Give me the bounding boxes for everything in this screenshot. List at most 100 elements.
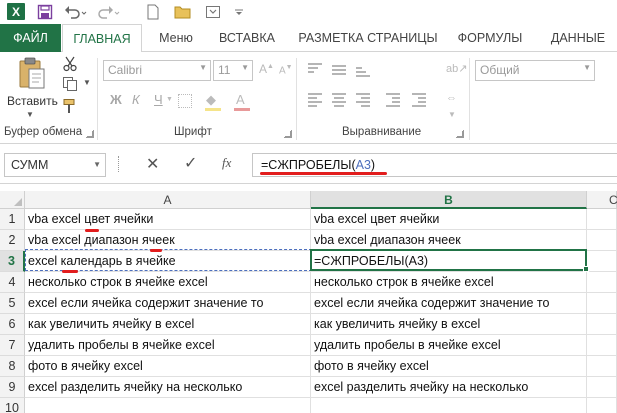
excel-app-icon[interactable]: X: [7, 3, 25, 20]
cell-c3[interactable]: [587, 251, 617, 272]
copy-dropdown-icon[interactable]: ▼: [83, 78, 91, 87]
row-header-7[interactable]: 7: [0, 335, 25, 356]
align-right-icon[interactable]: [354, 92, 372, 107]
enter-check-icon[interactable]: ✓: [184, 153, 197, 173]
row-header-5[interactable]: 5: [0, 293, 25, 314]
column-header-c[interactable]: C: [587, 191, 617, 209]
cell-b7[interactable]: удалить пробелы в ячейке excel: [311, 335, 587, 356]
undo-icon[interactable]: [64, 3, 88, 21]
active-cell-b3[interactable]: [310, 249, 587, 271]
cell-b9[interactable]: excel разделить ячейку на несколько: [311, 377, 587, 398]
cell-c2[interactable]: [587, 230, 617, 251]
align-bottom-icon[interactable]: [354, 62, 372, 77]
row-header-6[interactable]: 6: [0, 314, 25, 335]
save-icon[interactable]: [36, 3, 54, 21]
align-top-icon[interactable]: [306, 62, 324, 76]
format-painter-icon[interactable]: [62, 98, 78, 114]
name-box[interactable]: СУММ ▼: [4, 153, 106, 177]
formula-bar-grip[interactable]: [118, 156, 121, 172]
cell-c1[interactable]: [587, 209, 617, 230]
touch-mode-icon[interactable]: [204, 3, 222, 21]
cut-icon[interactable]: [62, 56, 78, 72]
cell-b8[interactable]: фото в ячейку excel: [311, 356, 587, 377]
row-header-3[interactable]: 3: [0, 251, 25, 272]
cell-c5[interactable]: [587, 293, 617, 314]
borders-icon[interactable]: [178, 94, 192, 108]
tab-insert[interactable]: ВСТАВКА: [214, 24, 280, 52]
select-all-corner[interactable]: [0, 191, 25, 209]
cell-a6[interactable]: как увеличить ячейку в excel: [25, 314, 311, 335]
increase-indent-icon[interactable]: [410, 92, 428, 107]
redo-icon[interactable]: [96, 3, 120, 21]
chevron-down-icon[interactable]: ▼: [583, 63, 591, 72]
cell-a8[interactable]: фото в ячейку excel: [25, 356, 311, 377]
tab-formulas[interactable]: ФОРМУЛЫ: [452, 24, 528, 52]
cell-a1[interactable]: vba excel цвет ячейки: [25, 209, 311, 230]
underline-button[interactable]: Ч: [154, 92, 163, 107]
cell-b10[interactable]: [311, 398, 587, 413]
font-name-combobox[interactable]: Calibri ▼: [103, 60, 211, 81]
clipboard-dialog-launcher-icon[interactable]: [86, 130, 94, 138]
open-folder-icon[interactable]: [174, 3, 192, 21]
decrease-font-icon[interactable]: A▼: [279, 64, 293, 76]
column-header-a[interactable]: A: [25, 191, 311, 209]
cell-a4[interactable]: несколько строк в ячейке excel: [25, 272, 311, 293]
merge-dropdown-icon[interactable]: ▼: [448, 110, 456, 119]
row-header-10[interactable]: 10: [0, 398, 25, 413]
merge-center-icon[interactable]: ⇔: [446, 92, 457, 104]
chevron-down-icon[interactable]: ▼: [199, 63, 207, 72]
paste-icon[interactable]: [18, 56, 46, 90]
row-header-1[interactable]: 1: [0, 209, 25, 230]
fill-color-icon[interactable]: ◆: [206, 92, 216, 108]
cell-c7[interactable]: [587, 335, 617, 356]
number-format-combobox[interactable]: Общий ▼: [475, 60, 595, 81]
row-header-9[interactable]: 9: [0, 377, 25, 398]
copy-icon[interactable]: [62, 76, 78, 92]
tab-file[interactable]: ФАЙЛ: [0, 24, 61, 52]
decrease-indent-icon[interactable]: [384, 92, 402, 107]
cell-a2[interactable]: vba excel диапазон ячеек: [25, 230, 311, 251]
align-left-icon[interactable]: [306, 92, 324, 107]
cell-c10[interactable]: [587, 398, 617, 413]
paste-button-label[interactable]: Вставить: [7, 94, 58, 108]
row-header-2[interactable]: 2: [0, 230, 25, 251]
new-document-icon[interactable]: [146, 3, 160, 21]
alignment-dialog-launcher-icon[interactable]: [456, 130, 464, 138]
column-header-b[interactable]: B: [311, 191, 587, 209]
underline-dropdown-icon[interactable]: ▼: [166, 96, 173, 103]
font-color-icon[interactable]: A: [236, 92, 245, 107]
cell-b2[interactable]: vba excel диапазон ячеек: [311, 230, 587, 251]
fill-handle[interactable]: [583, 266, 589, 272]
cell-a7[interactable]: удалить пробелы в ячейке excel: [25, 335, 311, 356]
tab-menu[interactable]: Меню: [148, 24, 204, 52]
cell-b1[interactable]: vba excel цвет ячейки: [311, 209, 587, 230]
cell-c8[interactable]: [587, 356, 617, 377]
bold-button[interactable]: Ж: [110, 92, 122, 107]
chevron-down-icon[interactable]: ▼: [241, 63, 249, 72]
italic-button[interactable]: К: [132, 92, 140, 107]
paste-dropdown-icon[interactable]: ▼: [26, 110, 34, 119]
cell-a10[interactable]: [25, 398, 311, 413]
align-center-icon[interactable]: [330, 92, 348, 107]
row-header-8[interactable]: 8: [0, 356, 25, 377]
font-dialog-launcher-icon[interactable]: [284, 130, 292, 138]
cell-a5[interactable]: excel если ячейка содержит значение то: [25, 293, 311, 314]
cell-b5[interactable]: excel если ячейка содержит значение то: [311, 293, 587, 314]
tab-data[interactable]: ДАННЫЕ: [540, 24, 616, 52]
insert-function-icon[interactable]: fx: [222, 155, 231, 171]
font-size-combobox[interactable]: 11 ▼: [213, 60, 253, 81]
tab-home[interactable]: ГЛАВНАЯ: [62, 24, 142, 53]
increase-font-icon[interactable]: A▲: [259, 62, 274, 76]
align-middle-icon[interactable]: [330, 62, 348, 76]
cancel-icon[interactable]: ✕: [146, 154, 159, 174]
cell-c6[interactable]: [587, 314, 617, 335]
cell-c4[interactable]: [587, 272, 617, 293]
row-header-4[interactable]: 4: [0, 272, 25, 293]
cell-b6[interactable]: как увеличить ячейку в excel: [311, 314, 587, 335]
cell-c9[interactable]: [587, 377, 617, 398]
chevron-down-icon[interactable]: ▼: [93, 160, 101, 169]
cell-a9[interactable]: excel разделить ячейку на несколько: [25, 377, 311, 398]
cell-b4[interactable]: несколько строк в ячейке excel: [311, 272, 587, 293]
text-orientation-icon[interactable]: ab↗: [446, 62, 467, 75]
customize-toolbar-icon[interactable]: [232, 3, 246, 21]
